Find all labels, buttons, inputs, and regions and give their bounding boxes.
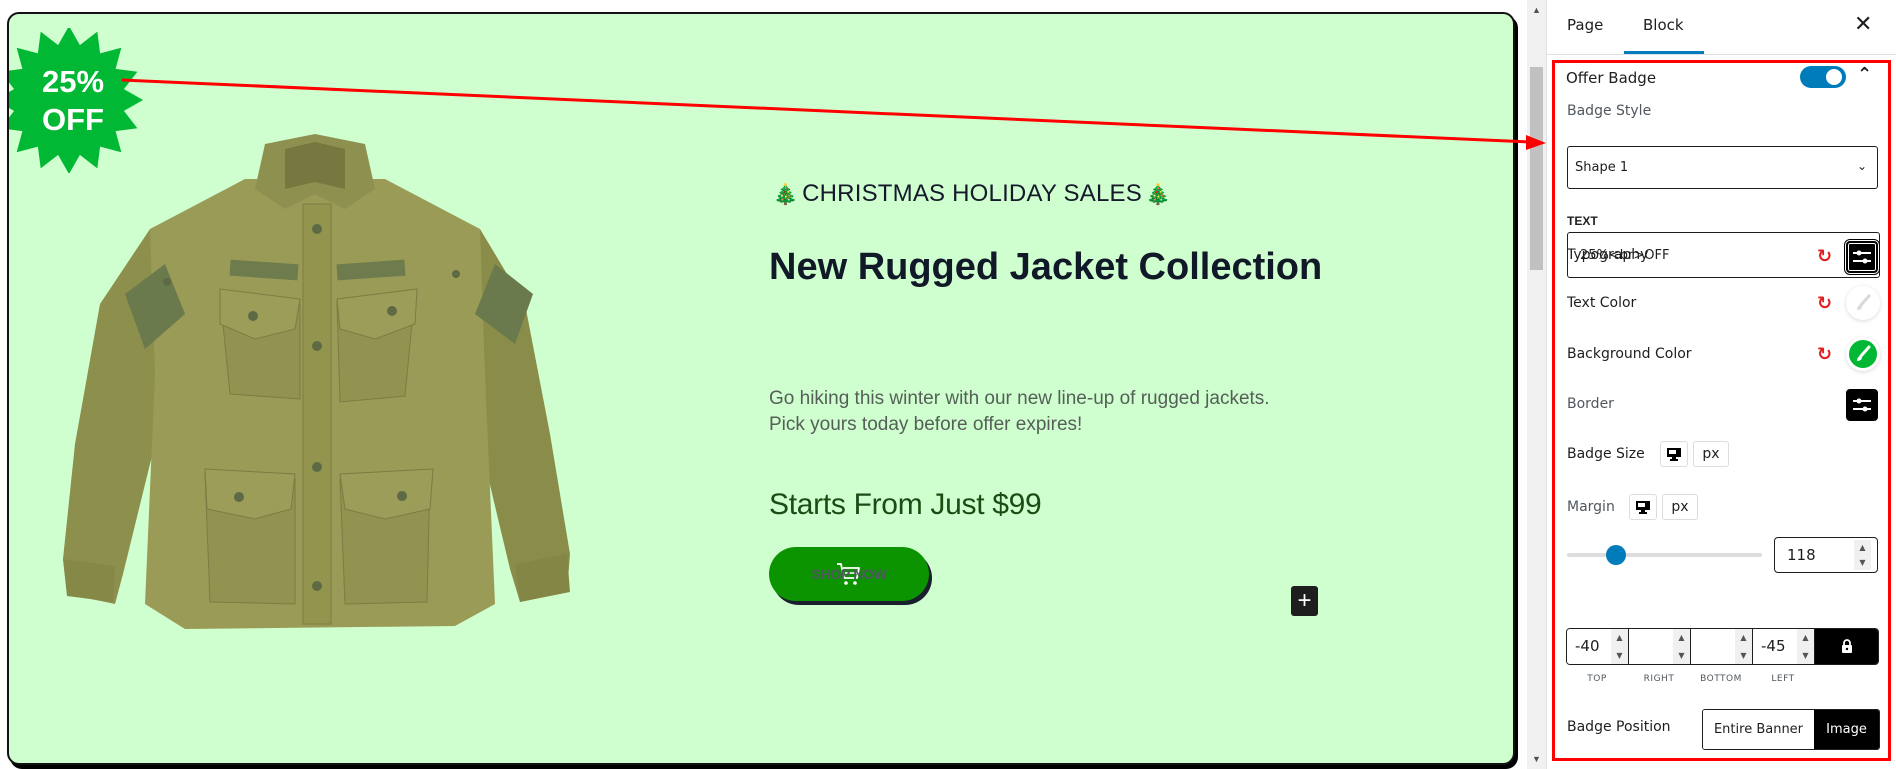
jacket-illustration [63,134,570,629]
scroll-up-icon[interactable]: ▲ [1527,2,1546,18]
badge-size-value: 118 [1787,546,1816,564]
brush-icon [1857,345,1871,361]
offer-badge-panel: Offer Badge ⌃ Badge Style Shape 1 ⌄ TEXT… [1552,60,1891,761]
offer-badge-toggle[interactable] [1800,66,1846,88]
margin-device-button[interactable] [1629,494,1657,520]
reset-typography-icon[interactable]: ↻ [1817,246,1832,267]
offer-badge[interactable]: 25% OFF [9,28,145,173]
tab-page[interactable]: Page [1567,16,1603,34]
close-icon[interactable]: ✕ [1854,12,1872,37]
margin-label: Margin [1567,499,1615,515]
margin-left-value: -45 [1761,637,1786,655]
border-label: Border [1567,396,1614,412]
panel-title: Offer Badge [1566,69,1657,87]
badge-style-label: Badge Style [1567,103,1652,119]
editor-canvas: 25% OFF 🎄 CHRISTMAS HOLIDAY SALES 🎄 New … [0,0,1527,769]
christmas-tree-icon: 🎄 [773,183,799,206]
text-color-label: Text Color [1567,295,1637,311]
text-color-swatch[interactable] [1846,286,1880,320]
sliders-icon [1853,250,1871,264]
chevron-up-icon[interactable]: ⌃ [1857,64,1872,85]
badge-position-label: Badge Position [1567,719,1671,735]
brush-icon [1857,294,1871,310]
reset-background-color-icon[interactable]: ↻ [1817,344,1832,365]
background-color-swatch[interactable] [1846,337,1880,371]
border-settings-button[interactable] [1846,389,1878,421]
description-line: Pick yours today before offer expires! [769,414,1083,435]
chevron-down-icon: ⌄ [1856,159,1867,173]
banner-description: Go hiking this winter with our new line-… [769,386,1389,438]
badge-text: 25% OFF [9,28,137,173]
margin-left-input[interactable]: -45 ▲ ▼ [1753,629,1815,664]
canvas-scrollbar[interactable]: ▲ ▼ [1527,0,1546,769]
badge-size-device-button[interactable] [1660,441,1688,467]
badge-text-line1: 25% [41,63,105,99]
margin-top-input[interactable]: -40 ▲ ▼ [1567,629,1629,664]
badge-size-slider[interactable] [1567,545,1762,565]
badge-size-input[interactable]: 118 ▲ ▼ [1774,537,1878,573]
offer-banner[interactable]: 25% OFF 🎄 CHRISTMAS HOLIDAY SALES 🎄 New … [7,12,1515,765]
badge-style-value: Shape 1 [1575,160,1629,175]
desktop-icon [1667,447,1681,461]
product-image[interactable] [55,134,575,644]
margin-side-labels: TOP RIGHT BOTTOM LEFT [1566,674,1816,684]
number-stepper[interactable]: ▲ ▼ [1611,629,1628,664]
badge-size-unit-button[interactable]: px [1693,441,1729,467]
position-entire-banner-option[interactable]: Entire Banner [1703,710,1814,749]
sliders-icon [1853,398,1871,412]
margin-bottom-label: BOTTOM [1700,674,1742,684]
slider-thumb[interactable] [1605,545,1626,565]
tab-block[interactable]: Block [1643,16,1684,34]
reset-text-color-icon[interactable]: ↻ [1817,293,1832,314]
number-stepper[interactable]: ▲ ▼ [1735,629,1752,664]
shop-now-label: SHOP NOW [811,566,887,582]
margin-left-label: LEFT [1771,674,1795,684]
scroll-down-icon[interactable]: ▼ [1527,751,1546,767]
eyebrow-text: 🎄 CHRISTMAS HOLIDAY SALES 🎄 [773,180,1171,208]
price-text: Starts From Just $99 [769,488,1042,521]
settings-sidebar: Page Block ✕ Offer Badge ⌃ Badge Style S… [1546,0,1896,769]
background-color-label: Background Color [1567,346,1692,362]
christmas-tree-icon: 🎄 [1145,183,1172,206]
add-block-button[interactable]: + [1291,586,1318,616]
margin-right-label: RIGHT [1643,674,1675,684]
badge-style-select[interactable]: Shape 1 ⌄ [1567,146,1878,189]
number-stepper[interactable]: ▲ ▼ [1673,629,1690,664]
margin-top-label: TOP [1587,674,1607,684]
desktop-icon [1636,500,1650,514]
lock-icon [1841,639,1852,653]
margin-top-value: -40 [1575,637,1600,655]
position-image-option[interactable]: Image [1814,710,1879,749]
sidebar-tabs: Page Block ✕ [1547,0,1896,55]
badge-text-line2: OFF [41,101,104,137]
shop-now-button[interactable]: SHOP NOW [769,547,929,601]
margin-right-input[interactable]: ▲ ▼ [1629,629,1691,664]
eyebrow-label: CHRISTMAS HOLIDAY SALES [802,180,1142,207]
link-margins-button[interactable] [1815,629,1878,664]
badge-position-toggle: Entire Banner Image [1702,709,1880,750]
banner-title: New Rugged Jacket Collection [769,246,1323,288]
scrollbar-thumb[interactable] [1530,67,1543,270]
description-line: Go hiking this winter with our new line-… [769,388,1270,409]
active-tab-indicator [1624,51,1704,54]
text-field-label: TEXT [1567,214,1598,228]
typography-label: Typography [1567,247,1649,263]
number-stepper[interactable]: ▲ ▼ [1854,540,1871,570]
typography-settings-button[interactable] [1844,239,1880,275]
number-stepper[interactable]: ▲ ▼ [1797,629,1814,664]
badge-size-label: Badge Size [1567,446,1645,462]
margin-inputs: -40 ▲ ▼ ▲ ▼ ▲ ▼ -45 ▲ ▼ [1566,628,1879,665]
banner-content: 🎄 CHRISTMAS HOLIDAY SALES 🎄 New Rugged J… [763,14,1463,754]
margin-unit-button[interactable]: px [1662,494,1698,520]
margin-bottom-input[interactable]: ▲ ▼ [1691,629,1753,664]
